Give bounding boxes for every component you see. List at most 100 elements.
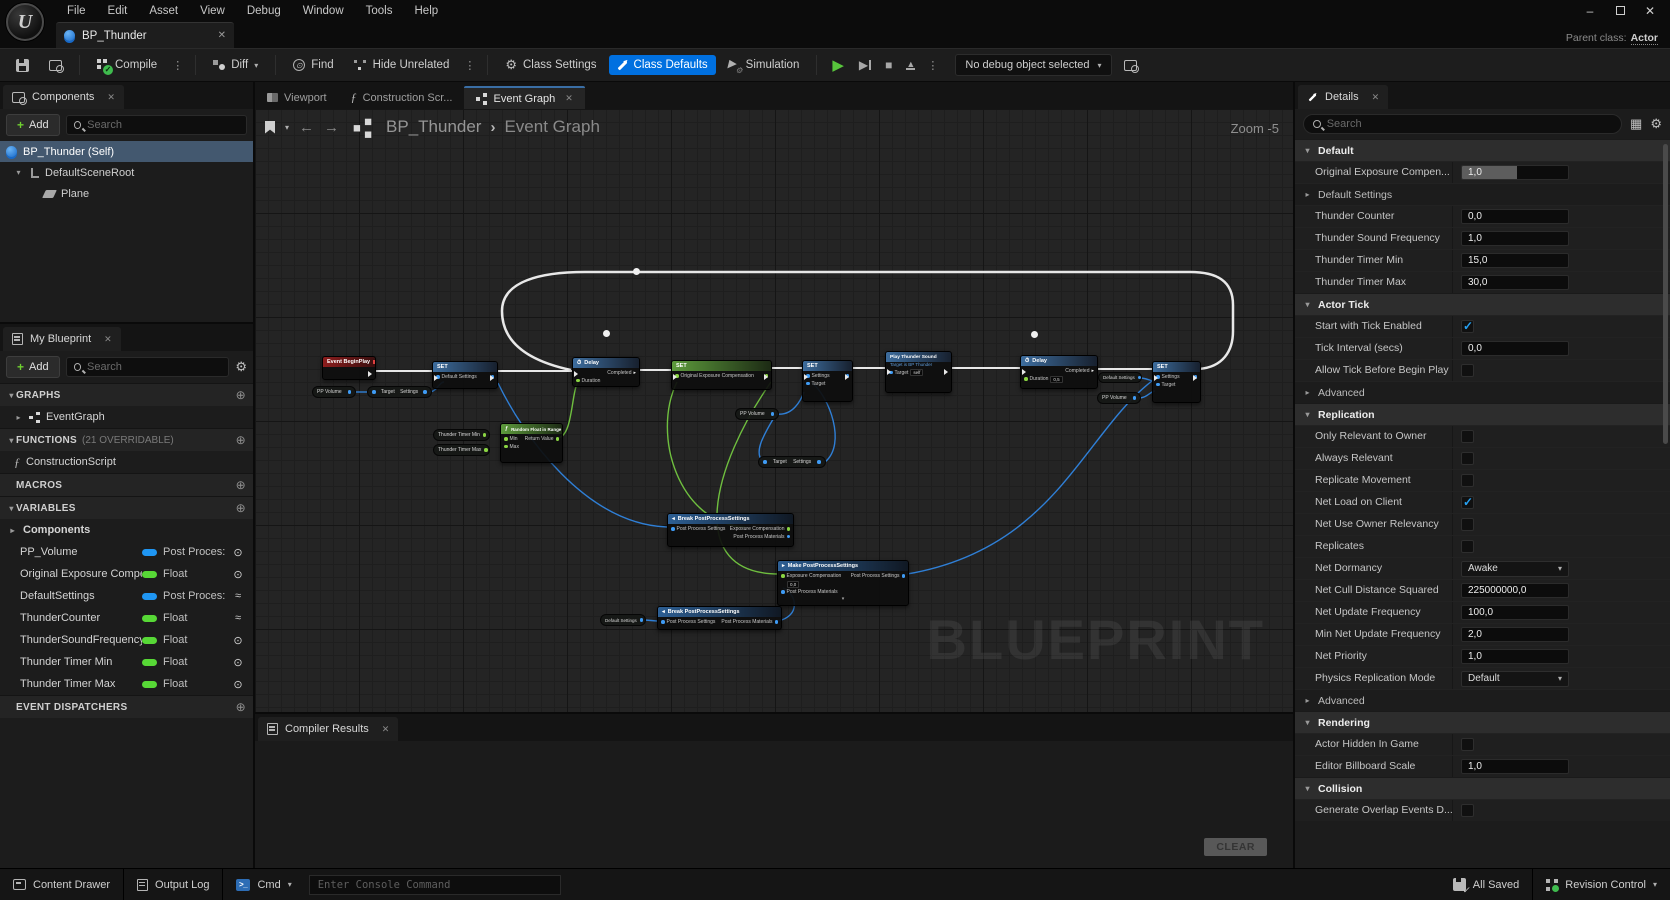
property-input[interactable]: 1,0 <box>1461 649 1569 664</box>
node-set-settings-mid[interactable]: SET Settings Target <box>802 360 853 402</box>
cmd-dropdown[interactable]: >_Cmd▾ <box>223 869 304 900</box>
gear-icon[interactable]: ⚙ <box>1650 116 1662 132</box>
play-button[interactable]: ▶ <box>826 56 850 74</box>
node-header[interactable]: ⏱Delay <box>1021 356 1097 366</box>
section-replication[interactable]: ▾Replication <box>1295 403 1670 425</box>
property-input[interactable]: 1,0 <box>1461 759 1569 774</box>
property-input[interactable]: 1,0 <box>1461 231 1569 246</box>
exec-out-pin[interactable] <box>1193 375 1200 381</box>
browse-asset-button[interactable] <box>41 56 70 75</box>
menu-view[interactable]: View <box>189 2 236 20</box>
node-header[interactable]: ƒRandom Float in Range <box>501 424 562 434</box>
components-panel-tab[interactable]: Components✕ <box>3 85 124 109</box>
checkbox[interactable] <box>1461 804 1474 817</box>
node-header[interactable]: Event BeginPlay <box>323 357 375 367</box>
hide-unrelated-button[interactable]: Hide Unrelated <box>346 55 458 75</box>
frame-skip-button[interactable]: ▶ <box>854 58 876 72</box>
reroute-node[interactable] <box>633 268 640 275</box>
variable-row[interactable]: ThunderSoundFrequencyFloat⊙ <box>0 629 253 651</box>
checkbox[interactable] <box>1461 364 1474 377</box>
debug-object-dropdown[interactable]: No debug object selected▾ <box>955 54 1111 76</box>
node-header[interactable]: ◂Break PostProcessSettings <box>668 514 793 524</box>
construction-script-row[interactable]: ƒConstructionScript <box>0 451 253 473</box>
target-in-pin[interactable]: Target <box>1156 382 1175 388</box>
post-process-materials-out-pin[interactable]: Post Process Materials <box>721 619 778 625</box>
exec-in-pin[interactable] <box>434 375 441 381</box>
node-set-settings-right[interactable]: SET Settings Target <box>1152 361 1201 403</box>
completed-out-pin[interactable]: Completed▸ <box>607 370 636 376</box>
max-in-pin[interactable]: Max <box>504 444 519 450</box>
settings-out-pin[interactable] <box>423 390 427 394</box>
compiler-results-tab[interactable]: Compiler Results✕ <box>258 717 398 741</box>
node-get-pp-volume[interactable]: PP Volume <box>312 386 356 398</box>
visibility-eye-icon[interactable]: ⊙ <box>229 656 247 669</box>
components-search-input[interactable] <box>87 119 239 131</box>
expand-node-icon[interactable]: ▾ <box>842 597 845 601</box>
find-button[interactable]: ⊙Find <box>285 55 341 75</box>
node-get-thunder-timer-min[interactable]: Thunder Timer Min <box>433 429 490 441</box>
menu-edit[interactable]: Edit <box>97 2 139 20</box>
chevron-down-icon[interactable]: ▾ <box>14 168 23 177</box>
display-filter-icon[interactable]: ▦ <box>1630 116 1642 132</box>
property-input[interactable]: 100,0 <box>1461 605 1569 620</box>
node-set-default-settings[interactable]: SET Default Settings <box>432 361 498 389</box>
property-input[interactable]: 0,0 <box>1461 341 1569 356</box>
visibility-eye-icon[interactable]: ⊙ <box>229 678 247 691</box>
node-delay-1[interactable]: ⏱Delay Completed▸ Duration <box>572 357 640 387</box>
node-header[interactable]: SET <box>803 361 852 371</box>
target-in-pin[interactable] <box>372 390 376 394</box>
float-in-pin[interactable]: Original Exposure Compensation <box>675 373 754 379</box>
node-header[interactable]: ▸Make PostProcessSettings <box>778 561 908 571</box>
tab-event-graph[interactable]: Event Graph✕ <box>464 86 584 109</box>
menu-debug[interactable]: Debug <box>236 2 292 20</box>
post-process-materials-out-pin[interactable]: Post Process Materials <box>733 534 790 540</box>
revision-control-button[interactable]: Revision Control▾ <box>1533 869 1670 900</box>
object-out-pin[interactable] <box>640 618 644 622</box>
property-slider-input[interactable]: 1,0 <box>1461 165 1569 180</box>
back-arrow-icon[interactable]: ← <box>299 119 314 136</box>
physics-replication-dropdown[interactable]: Default▾ <box>1461 671 1569 687</box>
close-icon[interactable]: ✕ <box>382 724 390 735</box>
node-header[interactable]: ◂Break PostProcessSettings <box>658 607 781 617</box>
event-dispatchers-section-header[interactable]: ▾EVENT DISPATCHERS⊕ <box>0 695 253 718</box>
close-icon[interactable]: ✕ <box>107 92 115 103</box>
variable-row[interactable]: PP_VolumePost Proces:⊙ <box>0 541 253 563</box>
tab-construction-script[interactable]: ƒConstruction Scr... <box>339 86 465 109</box>
details-panel-tab[interactable]: Details✕ <box>1298 85 1388 109</box>
node-header[interactable]: SET <box>672 361 771 371</box>
section-default[interactable]: ▾Default <box>1295 139 1670 161</box>
completed-out-pin[interactable]: Completed▸ <box>1065 368 1094 374</box>
exec-in-pin[interactable] <box>574 371 581 377</box>
exec-out-pin[interactable] <box>944 369 951 375</box>
node-random-float-in-range[interactable]: ƒRandom Float in Range MinReturn Value M… <box>500 423 563 463</box>
add-function-icon[interactable]: ⊕ <box>236 433 246 447</box>
visibility-wave-icon[interactable]: ≈ <box>229 612 247 624</box>
return-value-out-pin[interactable]: Return Value <box>525 436 559 442</box>
node-header[interactable]: SET <box>433 362 497 372</box>
exec-out-pin[interactable] <box>845 374 852 380</box>
property-input[interactable]: 0,0 <box>1461 209 1569 224</box>
exec-in-pin[interactable] <box>1154 375 1161 381</box>
add-macro-icon[interactable]: ⊕ <box>236 478 246 492</box>
close-icon[interactable]: ✕ <box>1372 92 1380 103</box>
menu-window[interactable]: Window <box>292 2 355 20</box>
exec-out-pin[interactable] <box>490 375 497 381</box>
section-rendering[interactable]: ▾Rendering <box>1295 711 1670 733</box>
variable-row[interactable]: Thunder Timer MinFloat⊙ <box>0 651 253 673</box>
property-input[interactable]: 2,0 <box>1461 627 1569 642</box>
node-header[interactable]: ⏱Delay <box>573 358 639 368</box>
node-break-post-process-settings-2[interactable]: ◂Break PostProcessSettings Post Process … <box>657 606 782 630</box>
node-get-target-settings[interactable]: TargetSettings <box>367 386 432 398</box>
content-drawer-button[interactable]: Content Drawer <box>0 869 124 900</box>
target-in-pin[interactable]: Targetself <box>889 369 923 376</box>
duration-in-pin[interactable]: Duration0,5 <box>1024 376 1063 383</box>
exec-in-pin[interactable] <box>1022 369 1029 375</box>
compile-options-icon[interactable]: ⋮ <box>169 59 186 72</box>
variable-row[interactable]: Original Exposure CompeFloat⊙ <box>0 563 253 585</box>
exposure-compensation-in-pin[interactable]: Exposure Compensation <box>781 573 841 579</box>
node-get-default-settings[interactable]: Default Settings <box>1098 372 1142 383</box>
duration-in-pin[interactable]: Duration <box>576 378 600 384</box>
checkbox[interactable] <box>1461 452 1474 465</box>
close-tab-icon[interactable]: ✕ <box>218 30 226 41</box>
node-set-original-exposure[interactable]: SET Original Exposure Compensation <box>671 360 772 390</box>
